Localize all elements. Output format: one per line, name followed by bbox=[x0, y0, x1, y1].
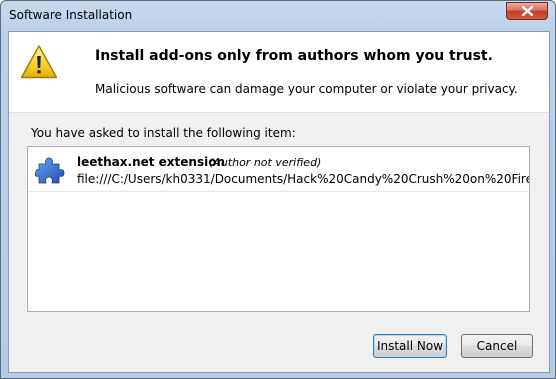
addon-name: leethax.net extension bbox=[77, 155, 226, 169]
warning-description: Malicious software can damage your compu… bbox=[95, 82, 518, 96]
dialog-body: Install add-ons only from authors whom y… bbox=[8, 31, 550, 373]
title-bar[interactable]: Software Installation bbox=[1, 1, 555, 31]
window-title: Software Installation bbox=[9, 8, 133, 22]
warning-panel: Install add-ons only from authors whom y… bbox=[9, 32, 549, 113]
close-icon bbox=[522, 6, 533, 16]
install-list-intro: You have asked to install the following … bbox=[31, 126, 296, 140]
addon-url: file:///C:/Users/kh0331/Documents/Hack%2… bbox=[77, 172, 529, 186]
author-status: (Author not verified) bbox=[209, 156, 322, 169]
puzzle-piece-icon bbox=[35, 157, 65, 184]
install-now-button[interactable]: Install Now bbox=[373, 334, 447, 358]
close-button[interactable] bbox=[506, 2, 548, 20]
software-installation-dialog: Software Installation Install add-ons on… bbox=[0, 0, 556, 379]
list-item[interactable]: leethax.net extension (Author not verifi… bbox=[28, 147, 529, 192]
warning-headline: Install add-ons only from authors whom y… bbox=[95, 48, 493, 64]
cancel-button[interactable]: Cancel bbox=[461, 334, 533, 358]
warning-triangle-icon bbox=[20, 45, 58, 79]
install-item-list[interactable]: leethax.net extension (Author not verifi… bbox=[27, 146, 530, 312]
